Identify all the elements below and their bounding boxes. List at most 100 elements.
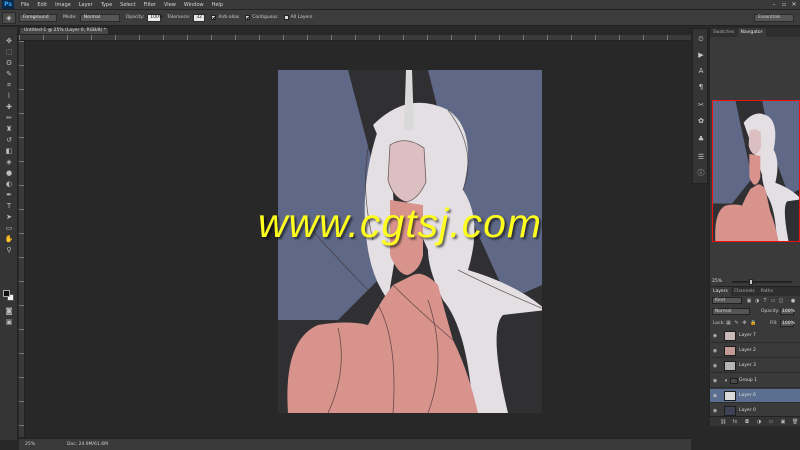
filter-type-icon[interactable]: T bbox=[762, 298, 768, 304]
pen-tool-icon[interactable]: ✒ bbox=[3, 191, 15, 200]
visibility-eye-icon[interactable]: ◉ bbox=[712, 333, 718, 339]
add-mask-icon[interactable]: ◘ bbox=[744, 419, 750, 425]
anti-alias-checkbox[interactable] bbox=[211, 15, 217, 20]
menu-help[interactable]: Help bbox=[208, 2, 227, 8]
link-layers-icon[interactable]: ⛓ bbox=[720, 419, 726, 425]
doc-size-readout[interactable]: Doc: 24.9M/61.6M bbox=[67, 439, 108, 450]
menu-window[interactable]: Window bbox=[180, 2, 208, 8]
new-adjustment-icon[interactable]: ◑ bbox=[756, 419, 762, 425]
menu-image[interactable]: Image bbox=[51, 2, 75, 8]
layer-style-icon[interactable]: fx bbox=[732, 419, 738, 425]
quick-mask-icon[interactable]: ◙ bbox=[3, 307, 15, 316]
zoom-tool-icon[interactable]: ⚲ bbox=[3, 246, 15, 255]
screen-mode-icon[interactable]: ▣ bbox=[3, 318, 15, 327]
visibility-eye-icon[interactable]: ◉ bbox=[712, 348, 718, 354]
type-tool-icon[interactable]: T bbox=[3, 202, 15, 211]
menu-select[interactable]: Select bbox=[116, 2, 139, 8]
foreground-color-swatch[interactable] bbox=[3, 290, 10, 297]
eyedropper-tool-icon[interactable]: ⌇ bbox=[3, 92, 15, 101]
hand-tool-icon[interactable]: ✋ bbox=[3, 235, 15, 244]
layer-opacity-field[interactable]: 100% bbox=[780, 308, 795, 315]
paint-bucket-tool-icon[interactable]: ◈ bbox=[3, 158, 15, 167]
lock-all-icon[interactable]: 🔒 bbox=[750, 320, 756, 326]
brush-presets-icon[interactable]: ✿ bbox=[696, 117, 706, 126]
menu-file[interactable]: File bbox=[17, 2, 33, 8]
navigator-zoom-slider[interactable] bbox=[732, 279, 792, 285]
filter-shape-icon[interactable]: ▭ bbox=[770, 298, 776, 304]
delete-layer-icon[interactable]: 🗑 bbox=[792, 419, 798, 425]
blend-mode-dropdown[interactable]: Normal bbox=[712, 308, 750, 315]
layer-row[interactable]: ◉ ▾ Group 1 bbox=[710, 374, 800, 388]
fill-source-dropdown[interactable]: Foreground bbox=[19, 13, 57, 22]
group-expand-icon[interactable]: ▾ bbox=[723, 378, 729, 384]
filter-pixel-icon[interactable]: ▣ bbox=[746, 298, 752, 304]
crop-tool-icon[interactable]: ⌗ bbox=[3, 81, 15, 90]
character-panel-icon[interactable]: A bbox=[696, 67, 706, 76]
new-group-icon[interactable]: ▭ bbox=[768, 419, 774, 425]
tab-swatches[interactable]: Swatches bbox=[710, 28, 738, 37]
menu-layer[interactable]: Layer bbox=[75, 2, 97, 8]
menu-edit[interactable]: Edit bbox=[33, 2, 51, 8]
layer-row[interactable]: ◉ Layer 2 bbox=[710, 344, 800, 358]
navigator-view-box[interactable] bbox=[712, 100, 800, 242]
menu-filter[interactable]: Filter bbox=[140, 2, 160, 8]
lock-position-icon[interactable]: ✥ bbox=[742, 320, 747, 326]
document-tab[interactable]: Untitled-1 @ 25% (Layer 6, RGB/8) * bbox=[19, 27, 109, 35]
marquee-tool-icon[interactable]: ⬚ bbox=[3, 48, 15, 57]
visibility-eye-icon[interactable]: ◉ bbox=[712, 393, 718, 399]
opacity-field[interactable]: 100% bbox=[147, 13, 163, 22]
tab-navigator[interactable]: Navigator bbox=[737, 28, 766, 37]
actions-panel-icon[interactable]: ▶ bbox=[696, 51, 706, 60]
tolerance-field[interactable]: 32 bbox=[193, 13, 206, 22]
tab-paths[interactable]: Paths bbox=[758, 287, 776, 296]
history-panel-icon[interactable]: ⏲ bbox=[696, 35, 706, 44]
info-panel-icon[interactable]: ⓘ bbox=[696, 169, 706, 178]
dodge-tool-icon[interactable]: ◐ bbox=[3, 180, 15, 189]
minimize-icon[interactable]: – bbox=[770, 1, 778, 8]
clone-source-icon[interactable]: ♣ bbox=[696, 135, 706, 144]
close-icon[interactable]: ✕ bbox=[790, 1, 798, 8]
workspace-dropdown[interactable]: Essentials bbox=[754, 14, 794, 22]
layer-filter-kind-dropdown[interactable]: Kind bbox=[712, 297, 742, 304]
navigator-thumbnail[interactable] bbox=[712, 100, 800, 242]
brush-tool-icon[interactable]: ✏ bbox=[3, 114, 15, 123]
layer-row[interactable]: ◉ Layer 6 bbox=[710, 389, 800, 403]
shape-tool-icon[interactable]: ▭ bbox=[3, 224, 15, 233]
healing-tool-icon[interactable]: ✚ bbox=[3, 103, 15, 112]
clone-stamp-tool-icon[interactable]: ♜ bbox=[3, 125, 15, 134]
all-layers-checkbox[interactable] bbox=[283, 15, 289, 20]
adjustments-panel-icon[interactable]: ☰ bbox=[696, 153, 706, 162]
move-tool-icon[interactable]: ✥ bbox=[3, 37, 15, 46]
zoom-readout[interactable]: 25% bbox=[25, 439, 35, 450]
paint-bucket-icon[interactable]: ◈ bbox=[2, 11, 16, 24]
lock-image-icon[interactable]: ✎ bbox=[734, 320, 739, 326]
fill-field[interactable]: 100% bbox=[780, 320, 795, 327]
layer-row[interactable]: ◉ Layer 7 bbox=[710, 329, 800, 343]
visibility-eye-icon[interactable]: ◉ bbox=[712, 363, 718, 369]
lasso-tool-icon[interactable]: ʘ bbox=[3, 59, 15, 68]
tab-layers[interactable]: Layers bbox=[710, 287, 731, 296]
visibility-eye-icon[interactable]: ◉ bbox=[712, 378, 718, 384]
blur-tool-icon[interactable]: ● bbox=[3, 169, 15, 178]
contiguous-checkbox[interactable] bbox=[245, 15, 251, 20]
filter-toggle-icon[interactable]: ● bbox=[790, 298, 796, 304]
navigator-zoom-knob[interactable] bbox=[748, 279, 753, 285]
filter-adjustment-icon[interactable]: ◑ bbox=[754, 298, 760, 304]
quick-select-tool-icon[interactable]: ✎ bbox=[3, 70, 15, 79]
tab-channels[interactable]: Channels bbox=[731, 287, 758, 296]
maximize-icon[interactable]: ▫ bbox=[780, 1, 788, 8]
history-brush-tool-icon[interactable]: ↺ bbox=[3, 136, 15, 145]
path-select-tool-icon[interactable]: ➤ bbox=[3, 213, 15, 222]
filter-smart-object-icon[interactable]: ◫ bbox=[778, 298, 784, 304]
mode-dropdown[interactable]: Normal bbox=[79, 13, 120, 22]
lock-transparent-icon[interactable]: ▦ bbox=[726, 320, 731, 326]
eraser-tool-icon[interactable]: ◧ bbox=[3, 147, 15, 156]
navigator-zoom-value[interactable]: 25% bbox=[712, 279, 722, 284]
menu-type[interactable]: Type bbox=[97, 2, 116, 8]
menu-view[interactable]: View bbox=[160, 2, 180, 8]
brush-panel-icon[interactable]: ✂ bbox=[696, 101, 706, 110]
new-layer-icon[interactable]: ▣ bbox=[780, 419, 786, 425]
visibility-eye-icon[interactable]: ◉ bbox=[712, 408, 718, 414]
layer-row[interactable]: ◉ Layer 3 bbox=[710, 359, 800, 373]
paragraph-panel-icon[interactable]: ¶ bbox=[696, 83, 706, 92]
